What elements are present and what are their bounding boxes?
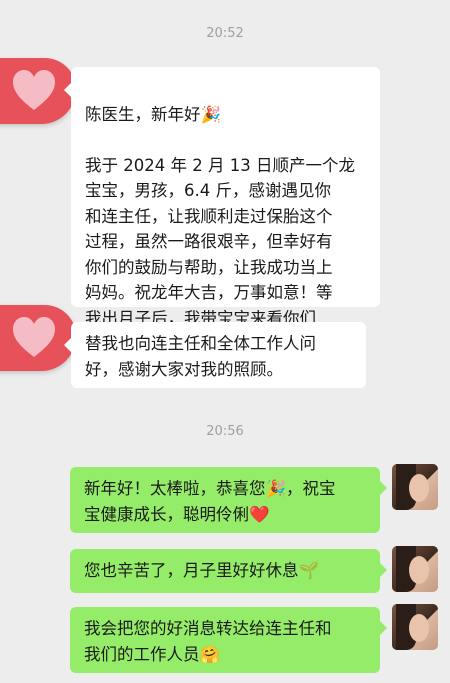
user-avatar[interactable] [392,604,438,650]
timestamp-2: 20:56 [206,424,244,439]
heart-icon [13,70,55,110]
incoming-message-2[interactable]: 替我也向连主任和全体工作人问 好，感谢大家对我的照顾。 [64,322,366,388]
message-greeting: 陈医生，新年好🎉 [85,104,222,124]
user-avatar[interactable] [392,546,438,592]
incoming-message-1[interactable]: 陈医生，新年好🎉 我于 2024 年 2 月 13 日顺产一个龙 宝宝，男孩，6… [64,67,380,353]
outgoing-message-1[interactable]: 新年好！太棒啦，恭喜您🎉，祝宝 宝健康成长，聪明伶俐❤️ [70,467,387,533]
user-avatar[interactable] [392,464,438,510]
outgoing-message-2[interactable]: 您也辛苦了，月子里好好休息🌱 [70,549,387,593]
outgoing-message-3[interactable]: 我会把您的好消息转达给连主任和 我们的工作人员🤗 [70,607,387,673]
timestamp-1: 20:52 [206,26,244,41]
heart-icon [13,317,55,357]
